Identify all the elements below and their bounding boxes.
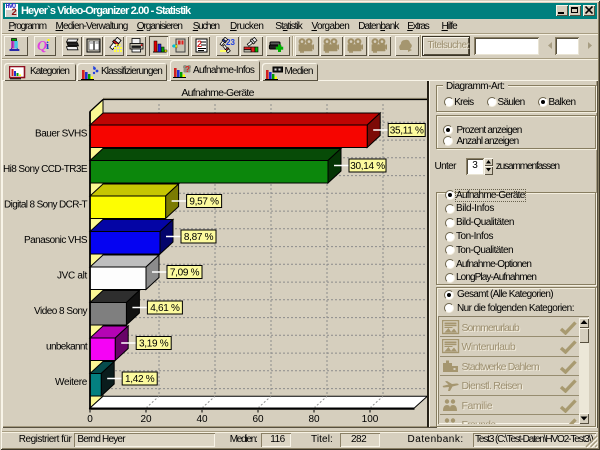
svg-text:80: 80 (308, 414, 320, 425)
svg-text:Aufnahme-Geräte: Aufnahme-Geräte (181, 87, 254, 99)
svg-text:JVC alt: JVC alt (57, 271, 88, 282)
svg-text:7,09 %: 7,09 % (170, 268, 200, 279)
svg-text:Bauer SVHS: Bauer SVHS (35, 129, 88, 140)
svg-text:3,19 %: 3,19 % (139, 339, 169, 350)
svg-text:40: 40 (196, 414, 208, 425)
svg-text:Video 8 Sony: Video 8 Sony (34, 306, 87, 317)
svg-text:unbekannt: unbekannt (46, 342, 88, 353)
svg-text:35,11 %: 35,11 % (390, 126, 424, 137)
svg-text:?: ? (185, 65, 190, 74)
svg-text:60: 60 (252, 414, 264, 425)
svg-text:9,57 %: 9,57 % (189, 197, 219, 208)
svg-text:Hi8 Sony CCD-TR3E: Hi8 Sony CCD-TR3E (3, 164, 88, 175)
svg-text:1,42 %: 1,42 % (125, 374, 155, 385)
svg-text:Weitere: Weitere (55, 377, 88, 388)
svg-text:Panasonic VHS: Panasonic VHS (24, 235, 88, 246)
svg-text:2: 2 (197, 39, 202, 49)
svg-text:20: 20 (140, 414, 152, 425)
svg-text:30,14 %: 30,14 % (350, 161, 385, 172)
svg-text:100: 100 (362, 414, 379, 425)
svg-text:i: i (46, 40, 49, 52)
svg-text:4,61 %: 4,61 % (150, 303, 180, 314)
svg-text:0: 0 (87, 414, 93, 425)
svg-text:8,87 %: 8,87 % (184, 232, 214, 243)
svg-text:Digital 8 Sony DCR-T: Digital 8 Sony DCR-T (4, 200, 88, 211)
